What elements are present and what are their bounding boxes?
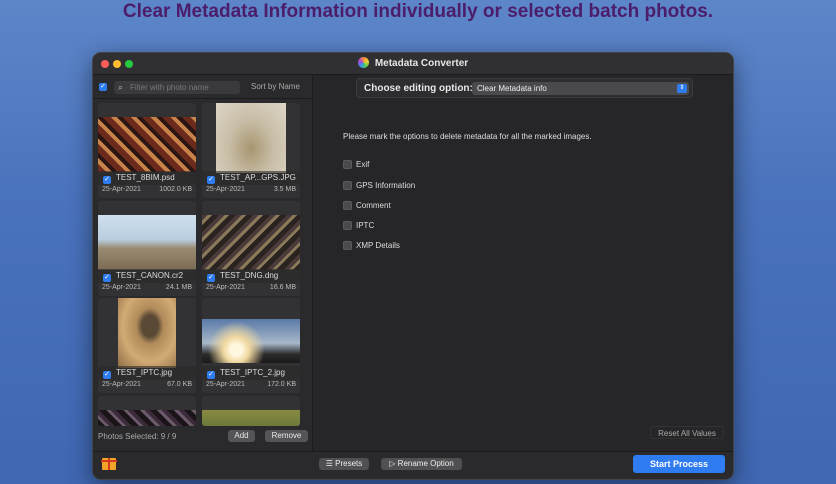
photo-name: TEST_CANON.cr2 [116,271,184,280]
option-xmp[interactable]: XMP Details [343,241,400,250]
remove-button[interactable]: Remove [265,430,308,442]
photo-name: TEST_IPTC.jpg [116,368,173,377]
photo-thumbnail [216,103,286,173]
option-label: Comment [356,201,391,210]
add-button[interactable]: Add [228,430,255,442]
option-comment[interactable]: Comment [343,201,391,210]
photo-thumbnail [202,319,300,363]
app-window: Metadata Converter ✓ ⌕ Filter with photo … [92,52,734,480]
bottom-bar: ☰ Presets ▷ Rename Option Start Process [93,451,733,479]
photo-date: 25-Apr-2021 [102,284,141,291]
photo-card[interactable]: ✓ TEST_CANON.cr2 25-Apr-2021 24.1 MB [98,201,196,296]
app-icon [357,57,369,68]
photo-thumbnail [98,410,196,426]
rename-option-button[interactable]: ▷ Rename Option [381,458,462,470]
search-input[interactable]: ⌕ Filter with photo name [114,81,240,94]
photo-date: 25-Apr-2021 [102,186,141,193]
photo-size: 172.0 KB [267,381,296,388]
photo-list-panel: ✓ ⌕ Filter with photo name Sort by Name ✓… [93,75,313,451]
editing-option-bar: Choose editing option: Clear Metadata in… [356,78,693,98]
chevron-updown-icon: ⇕ [677,84,687,93]
photo-card[interactable]: ✓ TEST_AP...GPS.JPG 25-Apr-2021 3.5 MB [202,103,300,198]
sliders-icon: ☰ [325,459,336,468]
rename-label: Rename Option [397,459,454,468]
photo-size: 67.0 KB [167,381,192,388]
photo-name: TEST_8BIM.psd [116,173,175,182]
checkbox[interactable] [343,181,352,190]
gift-icon[interactable] [101,458,117,470]
editing-option-label: Choose editing option: [364,83,473,94]
checkbox[interactable] [343,201,352,210]
photo-checkbox[interactable]: ✓ [207,274,215,282]
photo-thumbnail [118,298,176,368]
option-iptc[interactable]: IPTC [343,221,374,230]
photo-card[interactable] [98,396,196,426]
photo-card[interactable]: ✓ TEST_8BIM.psd 25-Apr-2021 1002.0 KB [98,103,196,198]
sort-button[interactable]: Sort by Name [251,82,300,91]
photo-thumbnail [202,410,300,426]
photo-list-toolbar: ✓ ⌕ Filter with photo name Sort by Name [93,75,312,99]
photo-card[interactable]: ✓ TEST_IPTC_2.jpg 25-Apr-2021 172.0 KB [202,298,300,393]
photo-checkbox[interactable]: ✓ [103,274,111,282]
presets-button[interactable]: ☰ Presets [319,458,369,470]
photo-checkbox[interactable]: ✓ [103,371,111,379]
option-label: XMP Details [356,241,400,250]
editing-option-select[interactable]: Clear Metadata info ⇕ [472,82,689,95]
presets-label: Presets [335,459,363,468]
instruction-text: Please mark the options to delete metada… [343,132,592,141]
photo-date: 25-Apr-2021 [206,186,245,193]
photo-date: 25-Apr-2021 [102,381,141,388]
photo-checkbox[interactable]: ✓ [103,176,111,184]
headline: Clear Metadata Information individually … [122,1,714,22]
option-label: Exif [356,160,370,169]
checkbox[interactable] [343,160,352,169]
option-label: IPTC [356,221,375,230]
photo-thumbnail [98,117,196,172]
option-gps[interactable]: GPS Information [343,181,415,190]
search-icon: ⌕ [118,82,124,92]
photo-card[interactable] [202,396,300,426]
photo-size: 24.1 MB [165,284,192,291]
photo-date: 25-Apr-2021 [206,284,245,291]
photo-name: TEST_IPTC_2.jpg [220,368,285,377]
photo-thumbnail [202,215,300,270]
photo-name: TEST_AP...GPS.JPG [220,173,296,182]
reset-all-values-button[interactable]: Reset All Values [650,426,724,439]
title-bar: Metadata Converter [93,53,733,75]
photos-selected-count: Photos Selected: 9 / 9 [98,432,177,441]
start-process-button[interactable]: Start Process [633,455,725,473]
select-all-checkbox[interactable]: ✓ [99,83,107,91]
option-exif[interactable]: Exif [343,160,369,169]
photo-date: 25-Apr-2021 [206,381,245,388]
photo-card[interactable]: ✓ TEST_DNG.dng 25-Apr-2021 16.6 MB [202,201,300,296]
checkbox[interactable] [343,241,352,250]
photo-size: 1002.0 KB [159,186,192,193]
search-placeholder: Filter with photo name [130,83,209,92]
option-label: GPS Information [356,181,416,190]
options-panel: Choose editing option: Clear Metadata in… [314,75,733,451]
checkbox[interactable] [343,221,352,230]
photo-card[interactable]: ✓ TEST_IPTC.jpg 25-Apr-2021 67.0 KB [98,298,196,393]
photo-checkbox[interactable]: ✓ [207,371,215,379]
photo-thumbnail [98,215,196,270]
rename-icon: ▷ [389,459,398,468]
photo-name: TEST_DNG.dng [220,271,279,280]
window-title-text: Metadata Converter [374,58,469,69]
photo-size: 3.5 MB [273,186,296,193]
editing-option-value: Clear Metadata info [477,84,547,93]
window-title: Metadata Converter [93,57,733,69]
photo-size: 16.6 MB [269,284,296,291]
photo-checkbox[interactable]: ✓ [207,176,215,184]
